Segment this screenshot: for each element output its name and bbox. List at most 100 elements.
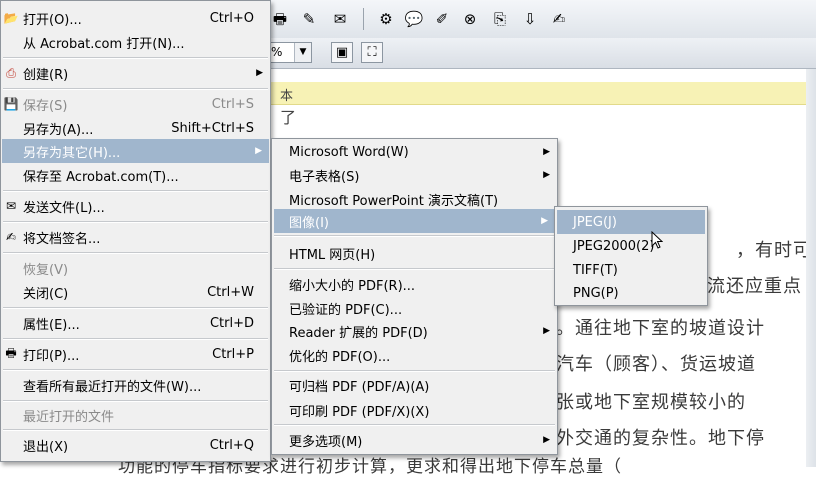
- submenu-item-reduced-pdf[interactable]: 缩小大小的 PDF(R)...: [272, 272, 557, 296]
- envelope-icon: ✉: [5, 199, 17, 213]
- menu-item-label: 缩小大小的 PDF(R)...: [289, 278, 416, 294]
- export-icon[interactable]: ⇩: [520, 9, 540, 29]
- submenu-item-more-options[interactable]: 更多选项(M) ▶: [272, 428, 557, 452]
- file-menu: 📂 打开(O)... Ctrl+O 从 Acrobat.com 打开(N)...…: [0, 0, 271, 462]
- menu-item-label: Microsoft PowerPoint 演示文稿(T): [289, 193, 499, 209]
- submenu-item-image[interactable]: 图像(I) ▶: [274, 209, 555, 233]
- menu-item-label: 发送文件(L)...: [23, 200, 105, 216]
- submenu-item-powerpoint[interactable]: Microsoft PowerPoint 演示文稿(T): [272, 187, 557, 211]
- menu-item-properties[interactable]: 属性(E)... Ctrl+D: [1, 311, 270, 335]
- submenu-arrow-icon: ▶: [543, 169, 550, 180]
- menu-item-label: TIFF(T): [573, 262, 618, 278]
- menu-item-label: Reader 扩展的 PDF(D): [289, 325, 428, 341]
- menu-item-close[interactable]: 关闭(C) Ctrl+W: [1, 280, 270, 304]
- menu-item-label: 查看所有最近打开的文件(W)...: [23, 379, 202, 395]
- menu-divider: [3, 400, 268, 402]
- menu-item-save-as[interactable]: 另存为(A)... Shift+Ctrl+S: [1, 116, 270, 140]
- image-format-submenu: JPEG(J) JPEG2000(2) TIFF(T) PNG(P): [554, 206, 708, 306]
- menu-divider: [3, 221, 268, 223]
- full-screen-button[interactable]: ⛶: [361, 42, 383, 63]
- save-icon: 💾: [3, 97, 19, 111]
- open-folder-icon: 📂: [3, 11, 19, 25]
- menu-item-shortcut: Shift+Ctrl+S: [171, 120, 254, 136]
- menu-divider: [3, 307, 268, 309]
- menu-item-open-from-acrobat[interactable]: 从 Acrobat.com 打开(N)...: [1, 30, 270, 54]
- menu-item-label: 关闭(C): [23, 286, 69, 302]
- menu-divider: [3, 338, 268, 340]
- document-text-line: 外交通的复杂性。地下停: [556, 428, 765, 449]
- menu-item-label: Microsoft Word(W): [289, 144, 409, 160]
- menu-item-label: 退出(X): [23, 439, 69, 455]
- chevron-down-icon[interactable]: ▼: [294, 43, 311, 62]
- menu-divider: [274, 235, 555, 237]
- gear-icon[interactable]: ⚙: [376, 9, 396, 29]
- fit-page-button[interactable]: ▣: [331, 42, 353, 63]
- menu-item-print[interactable]: 🖶 打印(P)... Ctrl+P: [1, 342, 270, 366]
- menu-item-create[interactable]: ⎙ 创建(R) ▶: [1, 61, 270, 85]
- mouse-cursor-icon: [651, 231, 663, 249]
- menu-item-label: 打开(O)...: [23, 12, 82, 28]
- attach-icon[interactable]: ⎘: [490, 9, 510, 29]
- menu-item-sign-document[interactable]: ✍ 将文档签名...: [1, 225, 270, 249]
- menu-divider: [274, 424, 555, 426]
- print-icon[interactable]: 🖶: [270, 9, 290, 29]
- submenu-item-certified-pdf[interactable]: 已验证的 PDF(C)...: [272, 296, 557, 320]
- image-item-tiff[interactable]: TIFF(T): [555, 258, 707, 282]
- menu-item-label: 可归档 PDF (PDF/A)(A): [289, 379, 430, 395]
- menu-item-label: 打印(P)...: [23, 348, 80, 364]
- menu-item-label: JPEG(J): [573, 214, 617, 230]
- menu-item-label: 恢复(V): [23, 262, 69, 278]
- menu-item-revert[interactable]: 恢复(V): [1, 256, 270, 280]
- submenu-arrow-icon: ▶: [543, 434, 550, 445]
- submenu-item-reader-extended-pdf[interactable]: Reader 扩展的 PDF(D) ▶: [272, 319, 557, 343]
- menu-item-label: HTML 网页(H): [289, 247, 376, 263]
- menu-item-shortcut: Ctrl+W: [207, 284, 254, 300]
- menu-item-label: 电子表格(S): [289, 169, 360, 185]
- vertical-scrollbar[interactable]: [806, 69, 816, 467]
- submenu-item-word[interactable]: Microsoft Word(W) ▶: [272, 140, 557, 164]
- menu-divider: [274, 268, 555, 270]
- delete-page-icon[interactable]: ⊗: [460, 9, 480, 29]
- menu-divider: [3, 57, 268, 59]
- highlight-icon[interactable]: ✐: [432, 9, 452, 29]
- save-as-other-submenu: Microsoft Word(W) ▶ 电子表格(S) ▶ Microsoft …: [271, 138, 558, 455]
- menu-divider: [3, 88, 268, 90]
- menu-item-open[interactable]: 📂 打开(O)... Ctrl+O: [1, 6, 270, 30]
- menu-item-shortcut: Ctrl+D: [209, 315, 254, 331]
- email-icon[interactable]: ✉: [330, 9, 350, 29]
- sign-document-icon: ✍: [5, 230, 17, 244]
- edit-icon[interactable]: ✎: [299, 9, 319, 29]
- menu-item-save[interactable]: 💾 保存(S) Ctrl+S: [1, 92, 270, 116]
- full-screen-icon: ⛶: [367, 45, 377, 60]
- menu-item-shortcut: Ctrl+S: [211, 96, 254, 112]
- sign-icon[interactable]: ✍: [549, 9, 569, 29]
- document-text-line: 汽车（顾客）、货运坡道: [556, 354, 756, 375]
- menu-item-send-file[interactable]: ✉ 发送文件(L)...: [1, 194, 270, 218]
- image-item-jpeg[interactable]: JPEG(J): [557, 210, 705, 234]
- menu-item-label: 更多选项(M): [289, 434, 363, 450]
- submenu-item-html[interactable]: HTML 网页(H): [272, 241, 557, 265]
- submenu-item-pdfa[interactable]: 可归档 PDF (PDF/A)(A): [272, 373, 557, 397]
- menu-item-label: 已验证的 PDF(C)...: [289, 302, 403, 318]
- toolbar-divider: [363, 8, 364, 30]
- document-text-line: 流还应重点: [707, 276, 802, 297]
- menu-item-view-recent-files[interactable]: 查看所有最近打开的文件(W)...: [1, 373, 270, 397]
- submenu-item-pdfx[interactable]: 可印刷 PDF (PDF/X)(X): [272, 398, 557, 422]
- comment-icon[interactable]: 💬: [404, 9, 424, 29]
- menu-item-recent-files: 最近打开的文件: [1, 403, 270, 427]
- menu-item-shortcut: Ctrl+O: [209, 10, 254, 26]
- image-item-jpeg2000[interactable]: JPEG2000(2): [555, 234, 707, 258]
- submenu-arrow-icon: ▶: [543, 325, 550, 336]
- fit-page-icon: ▣: [335, 45, 349, 60]
- image-item-png[interactable]: PNG(P): [555, 281, 707, 305]
- menu-item-label: 另存为(A)...: [23, 122, 94, 138]
- menu-item-label: 将文档签名...: [23, 231, 101, 247]
- submenu-item-spreadsheet[interactable]: 电子表格(S) ▶: [272, 163, 557, 187]
- menu-item-save-as-other[interactable]: 另存为其它(H)... ▶: [2, 139, 269, 163]
- submenu-item-optimized-pdf[interactable]: 优化的 PDF(O)...: [272, 343, 557, 367]
- menu-item-label: 最近打开的文件: [23, 409, 115, 425]
- menu-item-exit[interactable]: 退出(X) Ctrl+Q: [1, 433, 270, 457]
- menu-divider: [3, 429, 268, 431]
- menu-divider: [3, 369, 268, 371]
- menu-item-save-to-acrobat[interactable]: 保存至 Acrobat.com(T)...: [1, 163, 270, 187]
